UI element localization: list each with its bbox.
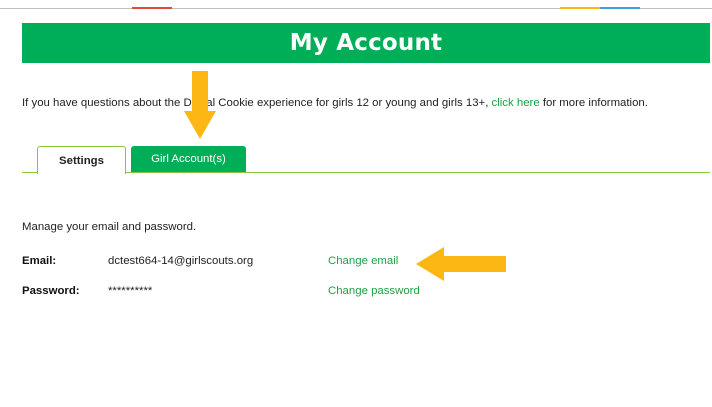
page-title: My Account [289,30,443,56]
email-label: Email: [22,255,57,267]
password-value: ********** [108,285,153,297]
tab-girl-accounts[interactable]: Girl Account(s) [131,146,246,172]
top-accent-red [132,7,172,9]
info-text-middle: experience for girls 12 or young and gir… [253,97,492,109]
top-accent-blue [600,7,640,9]
account-page: My Account If you have questions about t… [0,0,712,407]
info-text: If you have questions about the Digital … [22,97,710,109]
email-value: dctest664-14@girlscouts.org [108,255,254,267]
page-header-banner: My Account [22,23,710,63]
change-password-link[interactable]: Change password [328,285,420,297]
arrow-left-icon [416,247,506,281]
arrow-down-icon [184,71,216,139]
tab-settings[interactable]: Settings [37,146,126,174]
info-text-start: If you have questions about the [22,97,181,109]
manage-description: Manage your email and password. [22,221,197,233]
tab-settings-label: Settings [59,154,104,167]
top-accent-yellow [560,7,600,9]
click-here-link[interactable]: click here [492,97,540,109]
tab-girl-accounts-label: Girl Account(s) [151,153,226,165]
change-email-link[interactable]: Change email [328,255,398,267]
info-text-end: for more information. [539,97,648,109]
password-label: Password: [22,285,80,297]
